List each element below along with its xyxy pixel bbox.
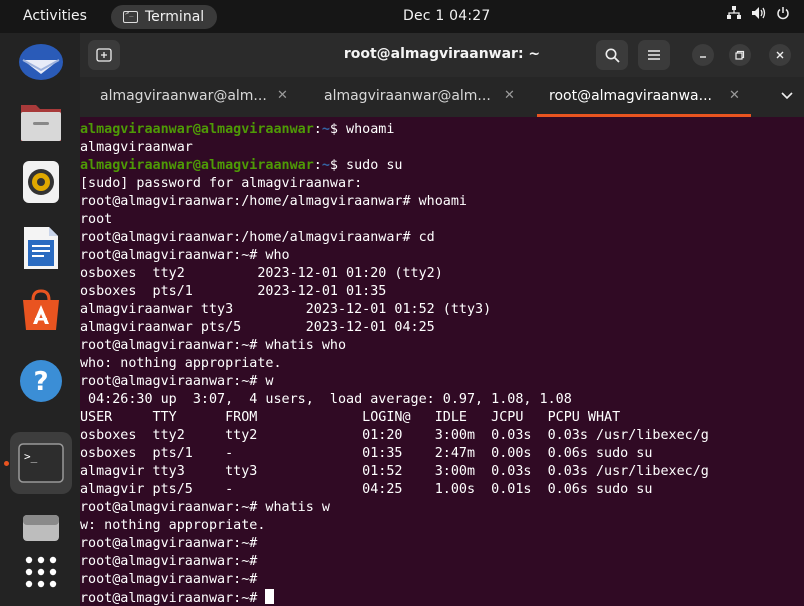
prompt-user: almagviraanwar@almagviraanwar	[80, 122, 314, 137]
dock-show-apps[interactable]	[14, 545, 68, 599]
terminal-line: [sudo] password for almagviraanwar:	[80, 176, 363, 191]
power-icon	[777, 7, 789, 20]
terminal-line: almagviraanwar tty3 2023-12-01 01:52 (tt…	[80, 302, 492, 317]
restore-icon	[735, 50, 745, 60]
chevron-down-icon	[781, 92, 793, 100]
dock-app-center[interactable]	[14, 283, 68, 337]
svg-text:>_: >_	[24, 450, 38, 463]
terminal-line: root@almagviraanwar:~# who	[80, 248, 290, 263]
prompt-colon: :	[313, 122, 322, 137]
close-icon[interactable]: ✕	[277, 88, 288, 103]
terminal-line: osboxes tty2 2023-12-01 01:20 (tty2)	[80, 266, 443, 281]
terminal-line: almagviraanwar@almagviraanwar:~$ whoami	[80, 121, 804, 139]
prompt-user: almagviraanwar@almagviraanwar	[80, 158, 314, 173]
tab-label: almagviraanwar@alm...	[100, 88, 267, 104]
terminal-line: root@almagviraanwar:~#	[80, 589, 804, 606]
dock: ? >_	[0, 33, 80, 606]
prompt-path: ~	[321, 158, 330, 173]
terminal-line: w: nothing appropriate.	[80, 518, 266, 533]
hamburger-icon	[648, 50, 660, 60]
dock-files[interactable]	[14, 95, 68, 149]
rhythmbox-icon	[23, 161, 59, 203]
search-button[interactable]	[596, 40, 628, 70]
close-icon[interactable]: ✕	[729, 88, 740, 103]
search-icon	[605, 48, 620, 63]
close-button[interactable]	[769, 44, 791, 66]
terminal-line: almagviraanwar	[80, 140, 193, 155]
network-icon	[727, 6, 741, 19]
text-cursor	[265, 589, 275, 604]
help-icon: ?	[20, 360, 62, 402]
running-indicator	[4, 461, 9, 466]
tab-overflow-button[interactable]	[780, 87, 794, 106]
tab-label: almagviraanwar@alm...	[324, 88, 491, 104]
activities-button[interactable]: Activities	[23, 8, 87, 24]
terminal-line: osboxes pts/1 2023-12-01 01:35	[80, 284, 387, 299]
svg-text:?: ?	[33, 367, 48, 397]
terminal-line: osboxes pts/1 - 01:35 2:47m 0.00s 0.06s …	[80, 446, 653, 461]
new-tab-button[interactable]	[88, 40, 120, 70]
app-menu-label: Terminal	[145, 9, 205, 25]
terminal-icon: >_	[18, 443, 64, 483]
terminal-line: root	[80, 212, 113, 227]
terminal-line: root@almagviraanwar:~# whatis w	[80, 500, 330, 515]
terminal-line: 04:26:30 up 3:07, 4 users, load average:…	[80, 392, 572, 407]
terminal-line: almagvir pts/5 - 04:25 1.00s 0.01s 0.06s…	[80, 482, 653, 497]
minimize-icon	[700, 56, 706, 58]
thunderbird-icon	[19, 44, 63, 80]
terminal-line: root@almagviraanwar:/home/almagviraanwar…	[80, 230, 435, 245]
terminal-output[interactable]: almagviraanwar@almagviraanwar:~$ whoami a…	[80, 117, 804, 606]
top-bar: Activities Terminal Dec 1 04:27	[0, 0, 804, 33]
volume-icon	[752, 7, 766, 19]
terminal-line: almagvir tty3 tty3 01:52 3:00m 0.03s 0.0…	[80, 464, 709, 479]
tab-3-active[interactable]: root@almagviraanwa... ✕	[549, 77, 749, 117]
tab-label: root@almagviraanwa...	[549, 88, 712, 104]
line-text: root@almagviraanwar:~#	[80, 591, 266, 606]
header-bar: root@almagviraanwar: ~	[80, 33, 804, 77]
app-center-icon	[23, 289, 59, 330]
tab-2[interactable]: almagviraanwar@alm... ✕	[324, 77, 515, 117]
clock[interactable]: Dec 1 04:27	[403, 8, 490, 24]
dock-terminal[interactable]: >_	[10, 432, 72, 494]
close-icon[interactable]: ✕	[504, 88, 515, 103]
tab-1[interactable]: almagviraanwar@alm... ✕	[100, 77, 290, 117]
terminal-line: root@almagviraanwar:~#	[80, 572, 258, 587]
terminal-icon	[123, 9, 138, 23]
dock-help[interactable]: ?	[14, 354, 68, 408]
writer-icon	[24, 227, 58, 269]
terminal-line: root@almagviraanwar:~# w	[80, 374, 274, 389]
close-icon	[776, 51, 784, 59]
new-tab-icon	[96, 48, 112, 62]
dock-writer[interactable]	[14, 221, 68, 275]
terminal-line: root@almagviraanwar:~#	[80, 554, 258, 569]
system-tray[interactable]	[727, 6, 790, 20]
dock-thunderbird[interactable]	[14, 37, 68, 91]
minimize-button[interactable]	[692, 44, 714, 66]
app-menu-terminal[interactable]: Terminal	[111, 5, 217, 29]
terminal-line: USER TTY FROM LOGIN@ IDLE JCPU PCPU WHAT	[80, 410, 621, 425]
files-icon	[21, 105, 61, 141]
terminal-line: almagviraanwar@almagviraanwar:~$ sudo su	[80, 157, 804, 175]
show-apps-icon	[25, 556, 57, 588]
terminal-line: root@almagviraanwar:~#	[80, 536, 258, 551]
terminal-line: who: nothing appropriate.	[80, 356, 282, 371]
prompt-path: ~	[321, 122, 330, 137]
terminal-line: root@almagviraanwar:~# whatis who	[80, 338, 347, 353]
tab-bar: almagviraanwar@alm... ✕ almagviraanwar@a…	[80, 77, 804, 117]
dock-rhythmbox[interactable]	[14, 155, 68, 209]
command-text: $ sudo su	[329, 158, 403, 173]
terminal-line: root@almagviraanwar:/home/almagviraanwar…	[80, 194, 467, 209]
command-text: $ whoami	[329, 122, 395, 137]
prompt-colon: :	[313, 158, 322, 173]
terminal-line: osboxes tty2 tty2 01:20 3:00m 0.03s 0.03…	[80, 428, 709, 443]
menu-button[interactable]	[638, 40, 670, 70]
terminal-line: almagviraanwar pts/5 2023-12-01 04:25	[80, 320, 435, 335]
terminal-window: root@almagviraanwar: ~ almagviraanwar@al…	[80, 33, 804, 606]
disk-icon	[23, 515, 59, 541]
maximize-button[interactable]	[729, 44, 751, 66]
